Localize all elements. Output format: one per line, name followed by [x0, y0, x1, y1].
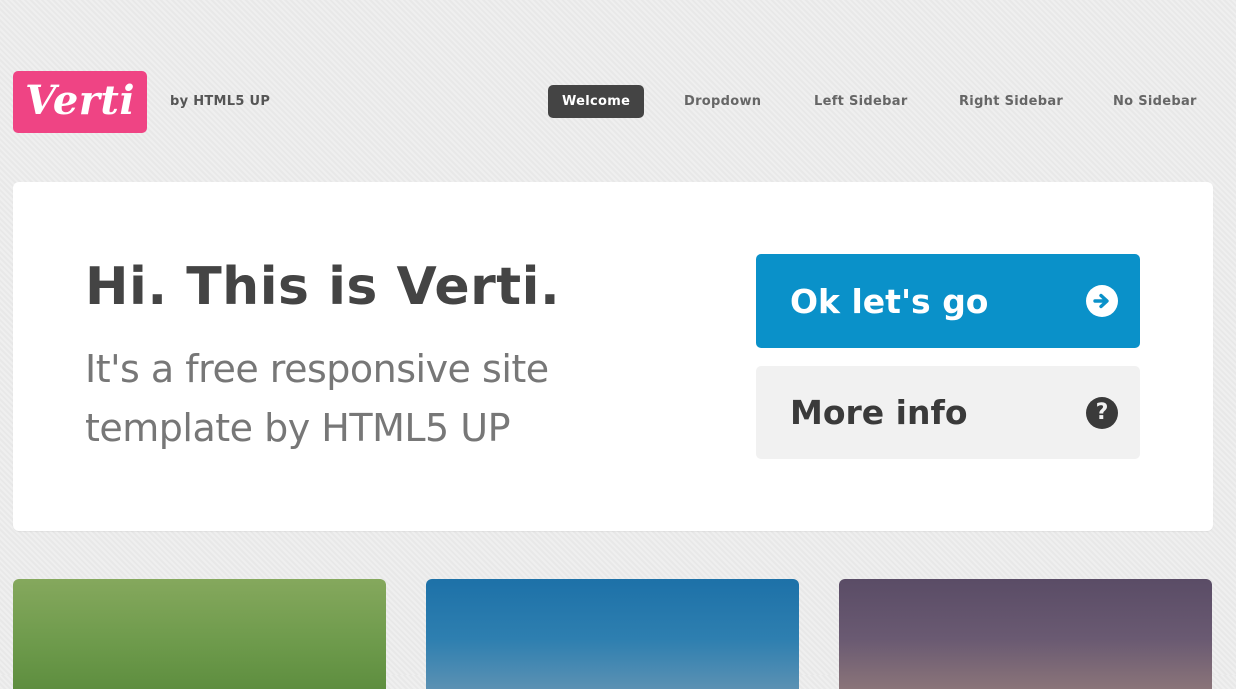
nav-item-no-sidebar[interactable]: No Sidebar: [1113, 85, 1197, 118]
nav-item-right-sidebar[interactable]: Right Sidebar: [959, 85, 1063, 118]
more-info-label: More info: [790, 393, 968, 432]
ok-lets-go-label: Ok let's go: [790, 281, 989, 321]
banner: Hi. This is Verti. It's a free responsiv…: [13, 182, 1213, 531]
main-nav: Welcome Dropdown Left Sidebar Right Side…: [0, 85, 1236, 118]
ok-lets-go-button[interactable]: Ok let's go: [756, 254, 1140, 348]
question-circle-icon: ?: [1086, 396, 1118, 429]
nav-item-dropdown[interactable]: Dropdown: [684, 85, 761, 118]
banner-title: Hi. This is Verti.: [85, 257, 561, 317]
arrow-right-glyph: [1093, 293, 1109, 309]
feature-tile-purple: [839, 579, 1212, 689]
arrow-right-circle-icon: [1086, 285, 1118, 317]
feature-tile-green: [13, 579, 386, 689]
feature-tile-blue: [426, 579, 799, 689]
more-info-button[interactable]: More info ?: [756, 366, 1140, 459]
nav-item-welcome[interactable]: Welcome: [548, 85, 645, 118]
nav-item-left-sidebar[interactable]: Left Sidebar: [814, 85, 908, 118]
banner-subtitle: It's a free responsive site template by …: [85, 347, 549, 450]
